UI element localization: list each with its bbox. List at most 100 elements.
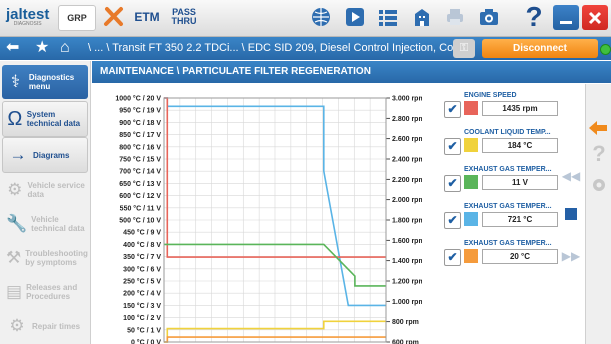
right-axis-tick-label: 2.800 rpm [392, 116, 422, 123]
etm-button[interactable]: ETM [130, 5, 164, 29]
camera-icon[interactable] [475, 5, 503, 29]
stop-icon[interactable] [559, 204, 583, 224]
home-icon[interactable]: ⌂ [60, 39, 70, 57]
left-axis-tick-label: 100 °C / 2 V [123, 314, 161, 322]
close-icon [588, 11, 602, 24]
breadcrumb: \ ... \ Transit FT 350 2.2 TDCi... \ EDC… [88, 42, 460, 54]
left-axis-tick-label: 50 °C / 1 V [127, 326, 161, 334]
sidebar-item-releases-procedures: ▤ Releases and Procedures [2, 275, 88, 309]
parameter-color-swatch[interactable] [464, 101, 478, 115]
left-axis-tick-label: 1000 °C / 20 V [115, 95, 161, 103]
parameter-checkbox[interactable]: ✔ [444, 212, 461, 229]
printer-icon[interactable] [441, 5, 469, 29]
passthru-button[interactable]: PASS THRU [168, 5, 200, 29]
sidebar-item-label: Diagrams [33, 150, 70, 160]
right-axis-tick-label: 1.000 rpm [392, 299, 422, 306]
parameter-row: ✔ EXHAUST GAS TEMPER... 20 °C [444, 240, 564, 271]
page-title: MAINTENANCE \ PARTICULATE FILTER REGENER… [100, 66, 371, 77]
left-axis-tick-label: 850 °C / 17 V [119, 131, 161, 139]
right-axis-tick-label: 2.600 rpm [392, 136, 422, 143]
parameter-checkbox[interactable]: ✔ [444, 138, 461, 155]
parameter-name: COOLANT LIQUID TEMP... [464, 129, 551, 136]
sidebar-item-repair-times: ⚙ Repair times [2, 309, 88, 343]
grp-search-button[interactable]: GRP [58, 5, 96, 31]
globe-icon[interactable] [307, 5, 335, 29]
building-icon[interactable] [408, 5, 436, 29]
disconnect-button[interactable]: Disconnect [482, 39, 598, 58]
parameter-name: ENGINE SPEED [464, 92, 517, 99]
left-axis-tick-label: 200 °C / 4 V [123, 290, 161, 298]
left-axis-tick-label: 700 °C / 14 V [119, 168, 161, 176]
tools-icon[interactable] [587, 175, 611, 195]
parameter-name: EXHAUST GAS TEMPER... [464, 240, 552, 247]
etm-label: ETM [134, 10, 160, 24]
sidebar-item-label: Releases and Procedures [26, 283, 78, 301]
disconnect-label: Disconnect [513, 43, 567, 54]
connection-status-icon [600, 44, 611, 55]
right-axis-tick-label: 2.000 rpm [392, 197, 422, 204]
parameter-color-swatch[interactable] [464, 249, 478, 263]
left-axis-tick-label: 350 °C / 7 V [123, 253, 161, 261]
sidebar-item-diagnostics-menu[interactable]: ⚕ Diagnostics menu [2, 65, 88, 99]
parameter-value: 11 V [482, 175, 558, 190]
right-axis-tick-label: 600 rpm [392, 340, 419, 344]
close-button[interactable] [582, 5, 608, 30]
parameter-row: ✔ EXHAUST GAS TEMPER... 11 V [444, 166, 564, 197]
left-axis-tick-label: 600 °C / 12 V [119, 192, 161, 200]
right-axis-tick-label: 1.200 rpm [392, 279, 422, 286]
service-icon: ⚙ [7, 180, 23, 199]
jaltest-logo: jaltest DIAGNOSIS [6, 6, 49, 27]
fast-forward-icon[interactable]: ▶▶ [559, 246, 583, 266]
left-axis-tick-label: 900 °C / 18 V [119, 119, 161, 127]
left-axis-tick-label: 0 °C / 0 V [131, 339, 161, 344]
sidebar-item-label: Diagnostics menu [28, 73, 75, 91]
lock-icon[interactable]: ⚿ [453, 39, 475, 58]
left-axis-tick-label: 800 °C / 16 V [119, 143, 161, 151]
live-data-chart: 1000 °C / 20 V 950 °C / 19 V 900 °C / 18 V… [115, 95, 422, 344]
sidebar-item-diagrams[interactable]: → Diagrams [2, 137, 88, 173]
ohm-icon: Ω [7, 107, 23, 130]
parameter-name: EXHAUST GAS TEMPER... [464, 166, 552, 173]
back-arrow-icon[interactable]: ⬅ [6, 39, 19, 57]
parameter-checkbox[interactable]: ✔ [444, 101, 461, 118]
left-axis-tick-label: 150 °C / 3 V [123, 302, 161, 310]
back-orange-arrow-icon[interactable] [586, 118, 610, 138]
right-axis-tick-label: 800 rpm [392, 319, 419, 326]
parameter-checkbox[interactable]: ✔ [444, 249, 461, 266]
parameter-color-swatch[interactable] [464, 175, 478, 189]
parameter-name: EXHAUST GAS TEMPER... [464, 203, 552, 210]
right-axis-tick-label: 2.200 rpm [392, 177, 422, 184]
parameter-row: ✔ EXHAUST GAS TEMPER... 721 °C [444, 203, 564, 234]
rewind-icon[interactable]: ◀◀ [559, 166, 583, 186]
parameter-color-swatch[interactable] [464, 138, 478, 152]
sidebar-item-vehicle-technical-data: 🔧 Vehicle technical data [2, 207, 88, 241]
help-gear-icon[interactable]: ? [587, 141, 611, 166]
procedures-icon: ▤ [6, 282, 23, 301]
sidebar-item-label: Vehicle service data [27, 181, 85, 199]
favorites-star-icon[interactable]: ★ [35, 39, 49, 57]
grp-label: GRP [67, 13, 87, 23]
parameter-row: ✔ ENGINE SPEED 1435 rpm [444, 92, 564, 123]
right-axis-tick-label: 2.400 rpm [392, 157, 422, 164]
play-icon[interactable] [341, 5, 369, 29]
sidebar-item-label: Troubleshooting by symptoms [25, 249, 88, 267]
right-axis-tick-label: 1.800 rpm [392, 218, 422, 225]
left-axis-tick-label: 450 °C / 9 V [123, 229, 161, 237]
section-title-bar: MAINTENANCE \ PARTICULATE FILTER REGENER… [92, 61, 611, 83]
parameter-checkbox[interactable]: ✔ [444, 175, 461, 192]
troubleshoot-icon: ⚒ [6, 248, 22, 267]
diagnostics-icon: ⚕ [10, 72, 21, 91]
thru-label: THRU [171, 16, 197, 26]
parameter-value: 721 °C [482, 212, 558, 227]
parameter-color-swatch[interactable] [464, 212, 478, 226]
wrench-cross-icon[interactable] [100, 5, 128, 29]
sidebar-item-vehicle-service-data: ⚙ Vehicle service data [2, 173, 88, 207]
minimize-button[interactable] [553, 5, 579, 30]
sidebar-item-system-technical-data[interactable]: Ω System technical data [2, 101, 88, 137]
toolbar: jaltest DIAGNOSIS GRP ETM PASS THRU ? [0, 0, 611, 37]
repair-times-icon: ⚙ [9, 316, 25, 335]
left-axis-tick-label: 750 °C / 15 V [119, 156, 161, 164]
left-axis-tick-label: 250 °C / 5 V [123, 278, 161, 286]
list-icon[interactable] [374, 5, 402, 29]
sidebar-item-label: System technical data [26, 110, 81, 128]
